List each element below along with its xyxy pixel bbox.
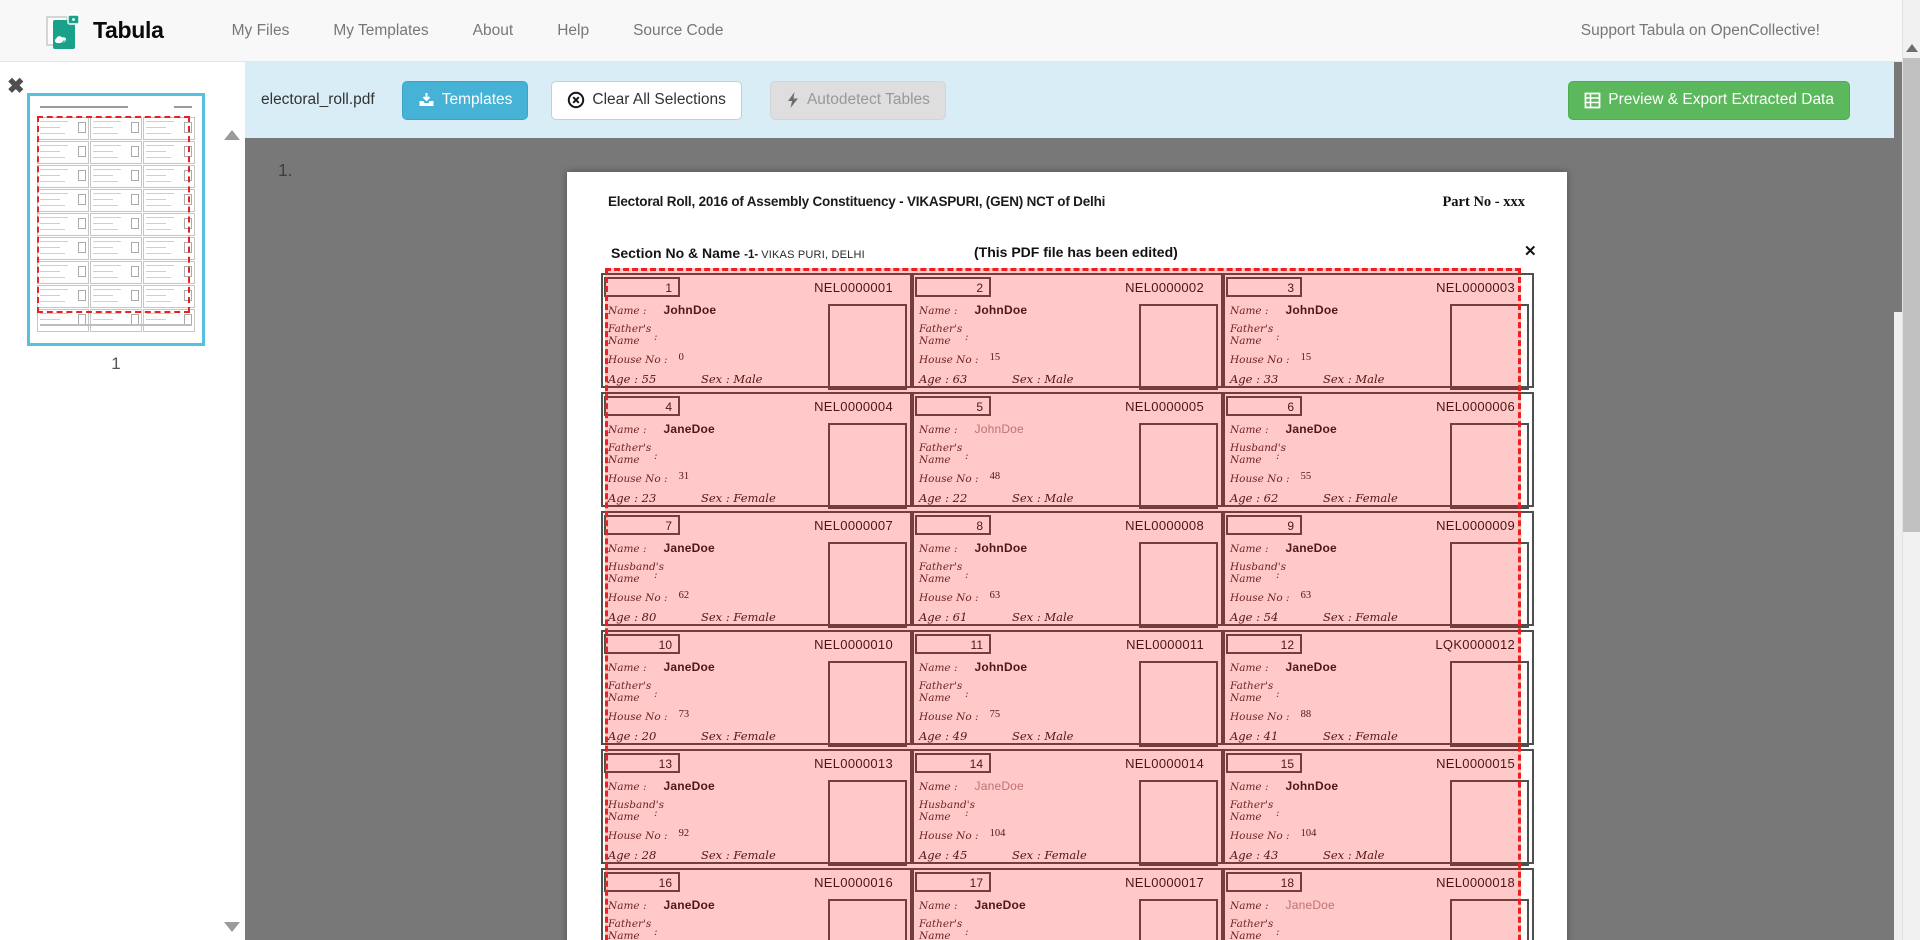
selection-close-icon[interactable]: ✕ [1524,242,1537,260]
nav-my-files[interactable]: My Files [232,22,290,40]
clear-circle-x-icon [567,91,585,109]
templates-button[interactable]: Templates [402,81,529,120]
page-thumbnail-1[interactable] [27,93,205,346]
window-scrollbar-thumb[interactable] [1903,58,1920,532]
page-thumbnail-preview [36,115,196,327]
tabula-brand[interactable]: Tabula [44,10,164,52]
templates-icon [418,92,435,108]
open-filename: electoral_roll.pdf [261,91,375,109]
autodetect-tables-button[interactable]: Autodetect Tables [770,81,946,120]
spreadsheet-icon [1584,92,1601,109]
pane-scrollbar-thumb[interactable] [1894,62,1902,312]
nav-my-templates[interactable]: My Templates [333,22,428,40]
clear-all-selections-button[interactable]: Clear All Selections [551,81,742,120]
pane-scrollbar [1894,62,1902,940]
remove-page-icon[interactable]: ✖ [7,76,25,97]
sidebar-scroll-down-icon[interactable] [224,922,240,932]
section-header: Section No & Name -1- VIKAS PURI, DELHI [611,245,865,261]
brand-title: Tabula [93,17,164,44]
edited-note: (This PDF file has been edited) [974,244,1178,260]
page-thumbnails-sidebar: ✖ 1 [0,62,245,940]
window-scrollbar [1902,0,1920,940]
scrollbar-up-icon[interactable] [1906,44,1918,52]
page-number-marker: 1. [278,160,293,181]
nav-source-code[interactable]: Source Code [633,22,723,40]
part-no-label: Part No - xxx [1442,194,1525,211]
support-opencollective-link[interactable]: Support Tabula on OpenCollective! [1581,22,1820,40]
lightning-bolt-icon [786,91,800,109]
electoral-roll-title: Electoral Roll, 2016 of Assembly Constit… [608,194,1105,211]
tabula-logo-icon [44,10,84,52]
preview-export-button[interactable]: Preview & Export Extracted Data [1568,81,1850,120]
nav-links: My Files My Templates About Help Source … [232,22,724,40]
thumbnail-page-number: 1 [27,354,205,374]
nav-about[interactable]: About [473,22,514,40]
thumbnail-footer-line [40,324,192,326]
document-toolbar: electoral_roll.pdf Templates Clear All S… [245,62,1894,138]
pdf-viewer-area: 1. Electoral Roll, 2016 of Assembly Cons… [245,138,1894,940]
thumbnail-selection-outline [37,116,190,313]
sidebar-scroll-up-icon[interactable] [224,130,240,140]
top-navbar: Tabula My Files My Templates About Help … [0,0,1920,62]
nav-help[interactable]: Help [557,22,589,40]
pdf-page[interactable]: Electoral Roll, 2016 of Assembly Constit… [567,172,1567,940]
table-selection-overlay[interactable] [605,268,1521,940]
thumbnail-header-lines [36,103,196,113]
